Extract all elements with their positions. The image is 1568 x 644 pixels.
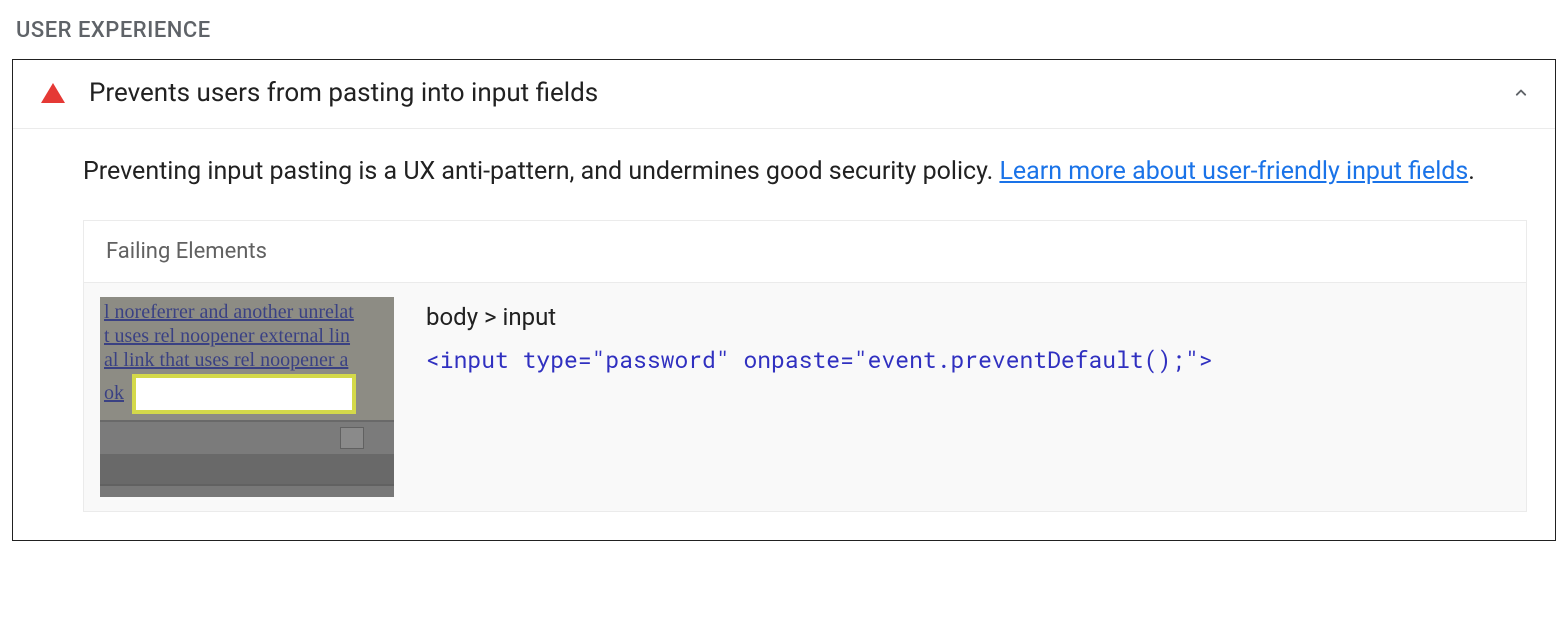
thumb-image-row bbox=[100, 420, 394, 456]
thumb-text-line: al link that uses rel noopener a bbox=[100, 348, 394, 372]
failing-elements-header: Failing Elements bbox=[84, 221, 1526, 283]
thumb-text-line: l noreferrer and another unrelat bbox=[100, 297, 394, 324]
element-selector-path: body > input bbox=[426, 303, 1510, 331]
audit-card: Prevents users from pasting into input f… bbox=[12, 59, 1556, 541]
failing-elements-row: l noreferrer and another unrelat t uses … bbox=[84, 283, 1526, 511]
audit-body: Preventing input pasting is a UX anti-pa… bbox=[13, 129, 1555, 540]
element-screenshot-thumbnail: l noreferrer and another unrelat t uses … bbox=[100, 297, 394, 497]
failing-elements-box: Failing Elements l noreferrer and anothe… bbox=[83, 220, 1527, 512]
element-html-snippet: <input type="password" onpaste="event.pr… bbox=[426, 345, 1510, 375]
learn-more-link[interactable]: Learn more about user-friendly input fie… bbox=[999, 157, 1468, 186]
warning-triangle-icon bbox=[41, 83, 65, 103]
thumb-gray-row bbox=[100, 456, 394, 486]
description-suffix: . bbox=[1468, 157, 1475, 186]
thumb-highlighted-input bbox=[132, 374, 356, 414]
section-heading: USER EXPERIENCE bbox=[16, 18, 1556, 43]
broken-image-icon bbox=[340, 427, 364, 449]
thumb-text-line: t uses rel noopener external lin bbox=[100, 324, 394, 348]
thumb-gray-row bbox=[100, 486, 394, 497]
thumb-ok-text: ok bbox=[104, 382, 124, 405]
audit-title: Prevents users from pasting into input f… bbox=[89, 78, 1511, 108]
audit-description: Preventing input pasting is a UX anti-pa… bbox=[83, 153, 1527, 192]
audit-header[interactable]: Prevents users from pasting into input f… bbox=[13, 60, 1555, 129]
thumb-input-row: ok bbox=[100, 372, 394, 420]
description-text: Preventing input pasting is a UX anti-pa… bbox=[83, 157, 999, 186]
element-info: body > input <input type="password" onpa… bbox=[426, 297, 1510, 375]
chevron-up-icon bbox=[1511, 83, 1531, 103]
